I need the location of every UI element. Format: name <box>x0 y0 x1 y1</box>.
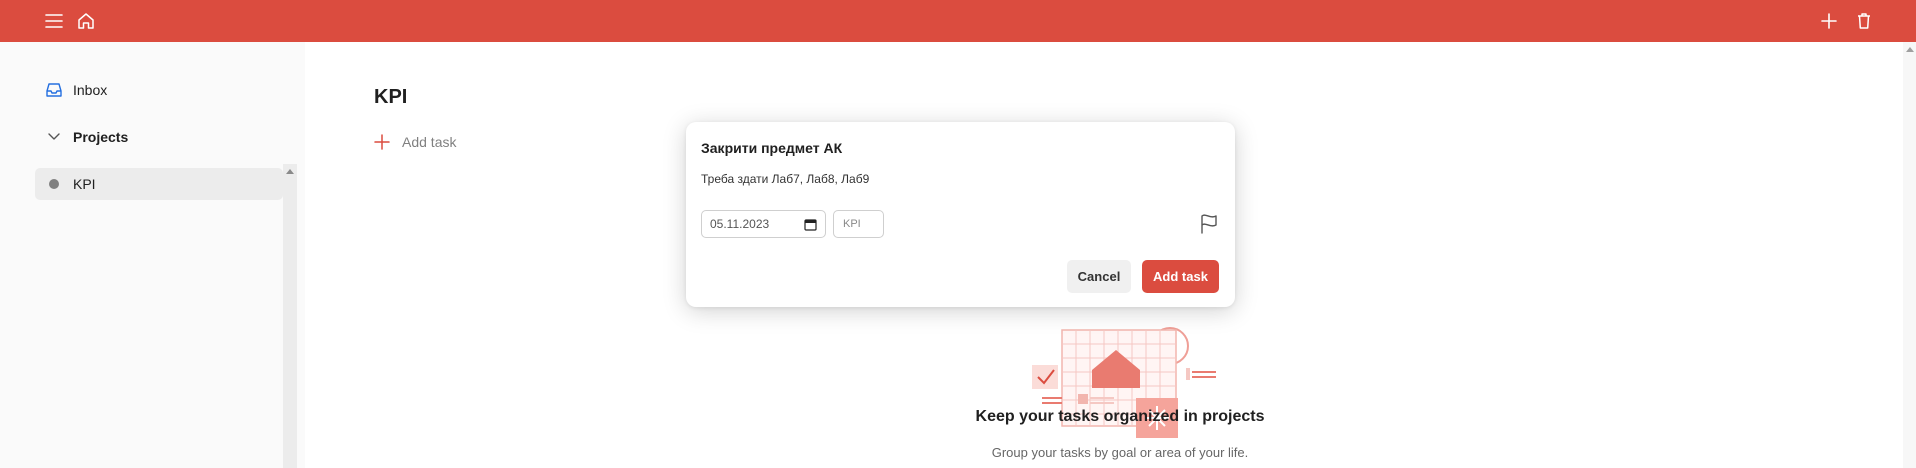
sidebar-item-label: Inbox <box>73 82 108 98</box>
sidebar-projects-header[interactable]: Projects <box>35 121 283 153</box>
main-scrollbar[interactable] <box>1903 42 1916 468</box>
quick-add-button[interactable] <box>1815 7 1843 35</box>
task-name-input[interactable]: Закрити предмет АК <box>701 140 842 156</box>
flag-icon <box>1201 214 1217 234</box>
add-task-button[interactable]: Add task <box>374 130 456 154</box>
add-task-dialog: Закрити предмет АК Треба здати Лаб7, Лаб… <box>686 122 1235 307</box>
project-color-dot <box>49 179 59 189</box>
trash-icon <box>1858 13 1870 29</box>
task-description-input[interactable]: Треба здати Лаб7, Лаб8, Лаб9 <box>701 172 869 186</box>
sidebar-item-kpi[interactable]: KPI <box>35 168 283 200</box>
cancel-button[interactable]: Cancel <box>1067 260 1131 293</box>
add-task-label: Add task <box>402 134 457 150</box>
due-date-picker[interactable]: 05.11.2023 <box>701 210 826 238</box>
plus-icon <box>374 134 390 150</box>
menu-button[interactable] <box>40 7 68 35</box>
project-selector[interactable]: KPI <box>833 210 884 238</box>
empty-state-title: Keep your tasks organized in projects <box>975 408 1265 425</box>
sidebar-item-label: KPI <box>73 176 96 192</box>
empty-state-subtitle: Group your tasks by goal or area of your… <box>991 445 1249 460</box>
top-bar <box>0 0 1916 42</box>
priority-button[interactable] <box>1196 211 1222 237</box>
calendar-icon <box>804 218 817 231</box>
chevron-down-icon <box>35 132 73 142</box>
add-task-submit-button[interactable]: Add task <box>1142 260 1219 293</box>
scroll-up-arrow-icon[interactable] <box>286 169 294 174</box>
scroll-up-arrow-icon[interactable] <box>1906 47 1914 52</box>
sidebar-item-inbox[interactable]: Inbox <box>35 74 283 106</box>
project-value: KPI <box>843 218 861 230</box>
projects-label: Projects <box>73 129 129 145</box>
due-date-value: 05.11.2023 <box>710 217 770 231</box>
delete-button[interactable] <box>1850 7 1878 35</box>
inbox-icon <box>35 82 73 98</box>
page-title: KPI <box>374 86 408 108</box>
sidebar-scrollbar[interactable] <box>283 164 297 468</box>
home-button[interactable] <box>72 7 100 35</box>
sidebar: Inbox Projects KPI <box>0 42 305 468</box>
plus-icon <box>1821 13 1837 29</box>
home-icon <box>78 13 94 29</box>
menu-icon <box>45 14 63 28</box>
